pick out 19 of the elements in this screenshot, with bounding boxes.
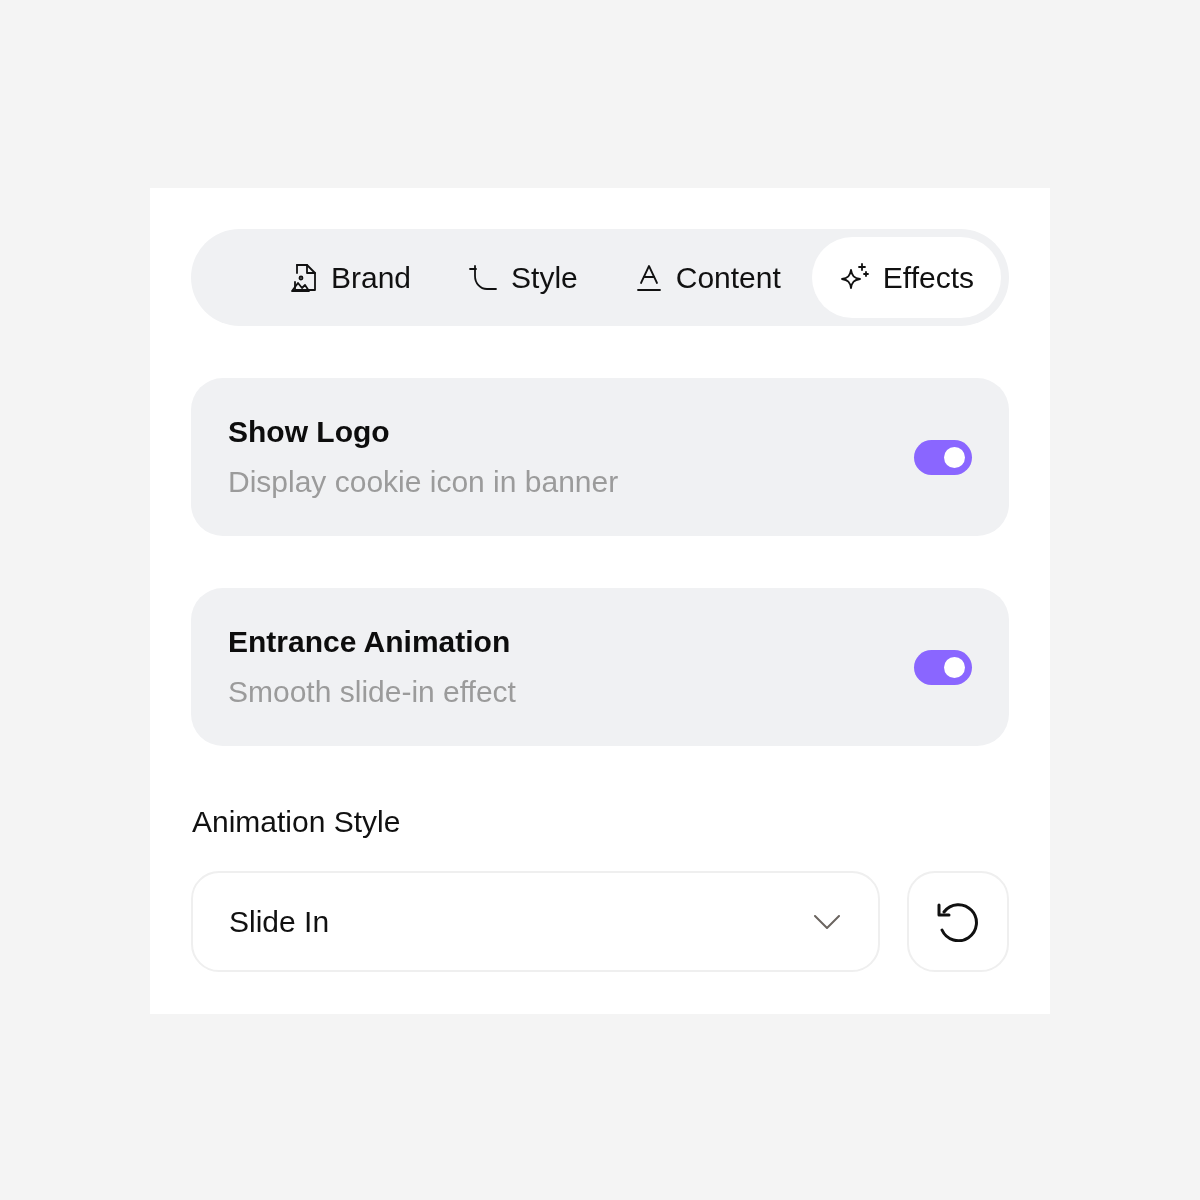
dropdown-value: Slide In [229, 904, 330, 940]
image-file-icon [291, 263, 317, 292]
corner-radius-icon [469, 264, 498, 291]
toggle-switch[interactable] [914, 439, 972, 475]
tab[interactable]: Brand [264, 237, 439, 318]
chevron-down-icon [814, 914, 840, 929]
animation-style-label: Animation Style [191, 804, 402, 840]
text-icon [635, 263, 662, 292]
setting-title: Entrance Animation [228, 624, 512, 660]
setting-description: Display cookie icon in banner [228, 464, 619, 500]
setting-title: Show Logo [228, 414, 391, 450]
toggle-switch[interactable] [914, 649, 972, 685]
animation-style-dropdown[interactable]: Slide In [191, 871, 880, 972]
tab[interactable]: Effects [811, 237, 1001, 318]
reset-icon [936, 901, 980, 942]
tab[interactable]: Style [442, 237, 605, 318]
tab[interactable]: Content [608, 237, 808, 318]
reset-button[interactable] [907, 871, 1009, 972]
setting-description: Smooth slide-in effect [228, 674, 516, 710]
